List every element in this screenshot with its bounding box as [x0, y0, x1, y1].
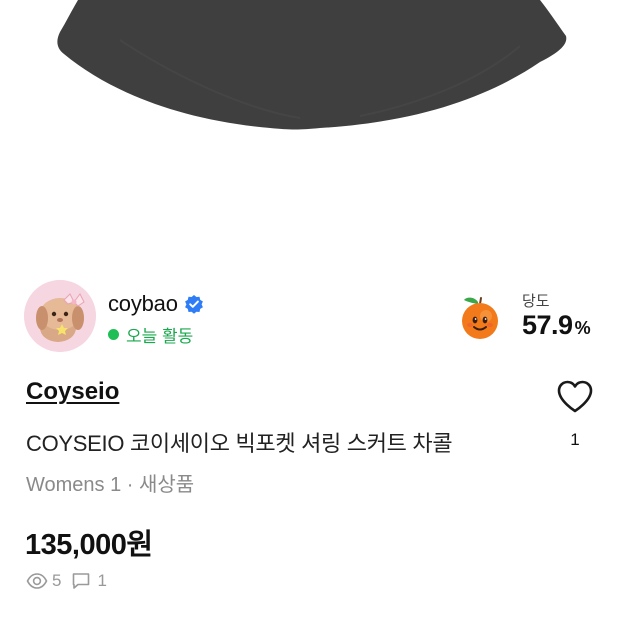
like-button[interactable]	[556, 379, 594, 415]
seller-avatar[interactable]	[24, 280, 96, 352]
seller-name-line: coybao	[108, 290, 204, 318]
sweetness-unit: %	[574, 318, 591, 338]
sweetness-label: 당도	[522, 293, 550, 310]
product-meta: Womens 1 · 새상품	[26, 474, 195, 496]
product-title: COYSEIO 코이세이오 빅포켓 셔링 스커트 차콜	[26, 431, 453, 456]
seller-section: coybao 오늘 활동 당도 57.9 %	[24, 280, 596, 352]
eye-icon	[26, 572, 48, 590]
sweetness-value: 57.9 %	[522, 310, 591, 341]
active-status-dot	[108, 328, 119, 340]
peach-character-icon	[456, 294, 504, 342]
product-stats: 5 1	[26, 570, 117, 592]
product-price: 135,000원	[25, 529, 153, 561]
product-image[interactable]	[0, 0, 620, 260]
activity-text: 오늘 활동	[126, 326, 194, 346]
verified-badge-icon	[184, 294, 204, 314]
sweetness-number: 57.9	[522, 310, 573, 340]
like-count: 1	[570, 430, 580, 449]
sweetness-score[interactable]: 당도 57.9 %	[456, 286, 596, 346]
brand-link[interactable]: Coyseio	[26, 378, 119, 406]
seller-name[interactable]: coybao	[108, 291, 178, 317]
seller-info: coybao 오늘 활동	[108, 290, 204, 346]
chat-count: 1	[97, 571, 107, 590]
heart-outline-icon	[557, 380, 593, 413]
chat-bubble-icon	[71, 572, 93, 590]
skirt-photo	[57, 0, 567, 130]
view-count: 5	[52, 571, 62, 590]
activity-status: 오늘 활동	[108, 324, 204, 346]
